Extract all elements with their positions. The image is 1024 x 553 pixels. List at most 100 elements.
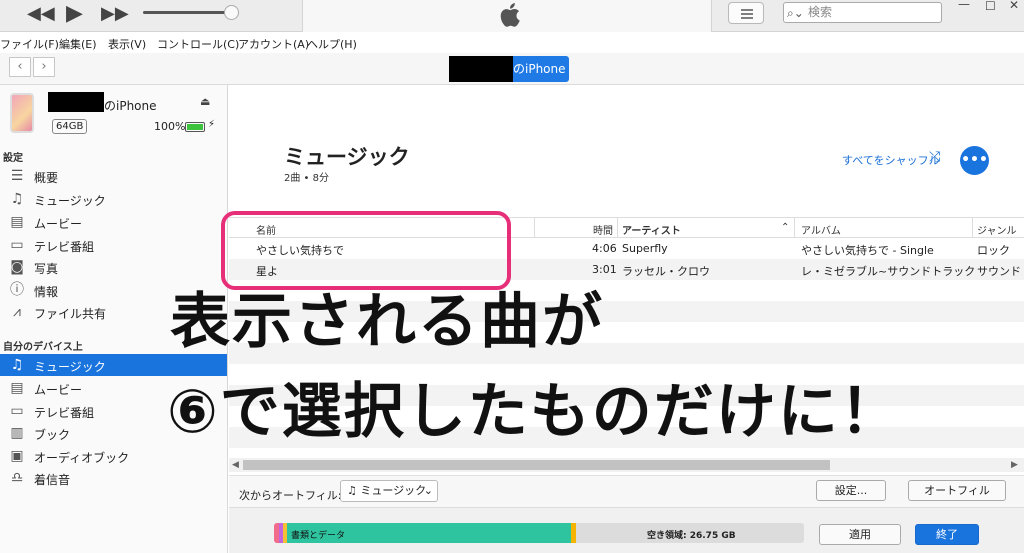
volume-slider[interactable] [143, 11, 235, 14]
sidebar-item-label: ムービー [34, 217, 83, 231]
storage-docs-label: 書類とデータ [291, 531, 346, 541]
maximize-icon[interactable]: ☐ [985, 0, 996, 13]
menu-controls[interactable]: コントロール(C) [157, 36, 239, 52]
song-time: 4:06 [592, 242, 617, 255]
device-button-label: のiPhone [513, 62, 566, 76]
song-genre: ロック [977, 244, 1010, 257]
search-placeholder: 検索 [808, 5, 833, 19]
storage-free-label: 空き領域: 26.75 GB [647, 531, 736, 541]
autofill-label: 次からオートフィル: [239, 489, 342, 502]
column-header-album[interactable]: アルバム [801, 222, 841, 237]
annotation-line-1: 表示される曲が [170, 287, 604, 357]
navigation-bar: ‹ › のiPhone [0, 53, 1024, 85]
on-device-section-head: 自分のデバイス上 [3, 342, 83, 353]
sidebar-item-movies[interactable]: ▤ ムービー [0, 211, 227, 233]
scroll-right-icon[interactable]: ▶ [1011, 458, 1018, 472]
more-button[interactable]: ••• [960, 146, 989, 175]
volume-knob[interactable] [224, 5, 239, 20]
song-artist: ラッセル・クロウ [622, 265, 710, 278]
back-button[interactable]: ‹ [9, 57, 31, 77]
sidebar-item-device-audiobooks[interactable]: ▣ オーディオブック [0, 445, 227, 467]
sidebar-item-label: 概要 [34, 171, 59, 185]
storage-bar: 書類とデータ 空き領域: 26.75 GB [274, 523, 804, 543]
column-header-genre[interactable]: ジャンル [977, 222, 1017, 237]
sort-ascending-icon: ⌃ [781, 222, 790, 233]
device-name: のiPhone [104, 99, 157, 113]
sidebar-item-music[interactable]: ♫ ミュージック [0, 188, 227, 210]
sidebar-item-device-music[interactable]: ♫ ミュージック [0, 354, 227, 376]
bell-icon: ♎ [10, 470, 24, 486]
column-divider [972, 218, 973, 237]
redacted-device-owner [48, 92, 104, 112]
settings-section-head: 設定 [3, 153, 23, 164]
list-view-button[interactable] [728, 2, 764, 24]
device-button[interactable]: のiPhone [449, 56, 569, 82]
sidebar-item-device-tones[interactable]: ♎ 着信音 [0, 467, 227, 489]
tv-icon: ▭ [10, 237, 24, 253]
book-icon: ▥ [10, 425, 24, 441]
menu-account[interactable]: アカウント(A) [238, 36, 309, 52]
chevron-left-icon: ‹ [17, 59, 23, 74]
autofill-button[interactable]: オートフィル [908, 480, 1006, 501]
sidebar-item-label: テレビ番組 [34, 240, 95, 254]
autofill-source-value: ミュージック [360, 484, 427, 497]
search-input[interactable]: ⌕⌄ 検索 [783, 2, 942, 23]
minimize-icon[interactable]: — [958, 0, 970, 11]
column-divider [617, 218, 618, 237]
capacity-badge: 64GB [52, 119, 88, 134]
sidebar-item-label: ファイル共有 [34, 307, 107, 321]
app-store-icon: ⩘ [13, 304, 21, 320]
column-divider [794, 218, 795, 237]
autofill-bar: 次からオートフィル: ♫ ミュージック ⌄ 設定... オートフィル [229, 475, 1024, 507]
close-icon[interactable]: ✕ [1009, 0, 1019, 12]
sidebar-item-label: ブック [34, 428, 71, 442]
chevron-right-icon: › [41, 59, 47, 74]
settings-button[interactable]: 設定... [816, 480, 886, 501]
shuffle-all-link[interactable]: すべてをシャッフル [842, 152, 940, 168]
sidebar-item-label: ミュージック [34, 194, 106, 208]
shuffle-icon[interactable]: ⤮ [929, 149, 940, 165]
battery-icon [185, 122, 205, 132]
song-genre: サウンド [977, 265, 1021, 278]
menu-file[interactable]: ファイル(F) [0, 36, 59, 52]
highlight-box [221, 211, 511, 290]
film-icon: ▤ [10, 214, 24, 230]
music-note-icon: ♫ [10, 191, 24, 207]
scrollbar-thumb[interactable] [243, 460, 830, 470]
horizontal-scrollbar[interactable]: ◀ ▶ [229, 458, 1024, 472]
forward-button[interactable]: › [33, 57, 55, 77]
annotation-line-2: ⑥で選択したものだけに！ [167, 377, 902, 447]
sidebar-item-tv[interactable]: ▭ テレビ番組 [0, 234, 227, 256]
sidebar-item-label: テレビ番組 [34, 406, 95, 420]
menu-help[interactable]: ヘルプ(H) [307, 36, 357, 52]
film-icon: ▤ [10, 380, 24, 396]
menu-view[interactable]: 表示(V) [108, 36, 146, 52]
song-artist: Superfly [622, 242, 668, 255]
search-icon: ⌕⌄ [787, 6, 804, 20]
sidebar-item-summary[interactable]: ☰ 概要 [0, 165, 227, 187]
play-icon[interactable]: ▶ [66, 2, 83, 26]
tv-icon: ▭ [10, 403, 24, 419]
song-album: レ・ミゼラブル~サウンドトラック [801, 265, 976, 278]
autofill-source-select[interactable]: ♫ ミュージック ⌄ [340, 480, 438, 502]
sidebar-item-photos[interactable]: ◙ 写真 [0, 256, 227, 278]
scroll-left-icon[interactable]: ◀ [232, 458, 239, 472]
fast-forward-icon[interactable]: ▶▶ [101, 2, 129, 26]
menu-edit[interactable]: 編集(E) [59, 36, 97, 52]
music-note-icon: ♫ [347, 484, 361, 497]
music-note-icon: ♫ [10, 357, 24, 373]
page-subtitle: 2曲 • 8分 [284, 173, 329, 184]
done-button[interactable]: 終了 [915, 524, 979, 545]
rewind-icon[interactable]: ◀◀ [27, 2, 55, 26]
apply-button[interactable]: 適用 [819, 524, 901, 545]
eject-icon[interactable]: ⏏ [200, 95, 210, 108]
column-divider [534, 218, 535, 237]
camera-icon: ◙ [10, 259, 24, 275]
column-header-artist[interactable]: アーティスト [622, 222, 681, 237]
column-header-time[interactable]: 時間 [593, 222, 613, 237]
chevron-updown-icon: ⌄ [423, 484, 433, 497]
sidebar-item-label: 情報 [34, 285, 59, 299]
apple-logo-icon [500, 3, 520, 27]
battery-percent: 100% [154, 120, 186, 133]
info-icon: ⓘ [10, 282, 24, 298]
